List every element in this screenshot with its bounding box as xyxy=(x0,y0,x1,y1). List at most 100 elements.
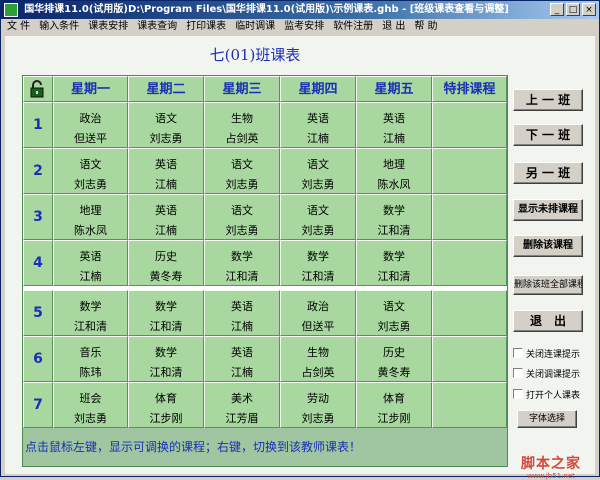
period-number-label: 1 xyxy=(33,117,43,133)
course-cell[interactable]: 语文 刘志勇 xyxy=(356,290,432,336)
course-cell[interactable] xyxy=(432,102,507,148)
window-title: 国华排课11.0(试用版)D:\Program Files\国华排课11.0(试… xyxy=(24,4,509,15)
course-cell[interactable]: 美术 江芳眉 xyxy=(204,382,280,428)
close-adjust-checkbox[interactable]: 关闭调课提示 xyxy=(513,366,580,380)
course-cell[interactable]: 数学 江和清 xyxy=(280,240,356,286)
course-cell[interactable] xyxy=(432,194,507,240)
day-header-label: 星期四 xyxy=(298,82,338,97)
watermark-text: 脚本之家 xyxy=(521,456,581,472)
course-cell[interactable]: 语文 刘志勇 xyxy=(204,148,280,194)
course-teacher: 江和清 xyxy=(301,270,335,283)
course-cell[interactable]: 英语 江楠 xyxy=(204,290,280,336)
course-cell[interactable]: 英语 江楠 xyxy=(280,102,356,148)
course-cell[interactable]: 政治 但送平 xyxy=(280,290,356,336)
course-subject: 体育 xyxy=(383,392,405,405)
course-cell[interactable]: 班会 刘志勇 xyxy=(53,382,128,428)
delete-course-button[interactable]: 删除该课程 xyxy=(513,235,583,257)
course-cell[interactable]: 政治 但送平 xyxy=(53,102,128,148)
font-select-button[interactable]: 字体选择 xyxy=(517,410,577,428)
open-personal-checkbox[interactable]: 打开个人课表 xyxy=(513,387,580,401)
other-class-button[interactable]: 另 一 班 xyxy=(513,162,583,184)
menu-schedule-query[interactable]: 课表查询 xyxy=(137,19,177,35)
lock-icon-cell[interactable] xyxy=(23,76,53,102)
course-subject: 班会 xyxy=(79,392,102,405)
course-cell[interactable]: 数学 江和清 xyxy=(204,240,280,286)
course-cell[interactable]: 历史 黄冬寿 xyxy=(356,336,432,382)
watermark-url: www.jb51.net xyxy=(527,472,575,480)
exit-button[interactable]: 退 出 xyxy=(513,310,583,332)
menu-help[interactable]: 帮 助 xyxy=(414,19,437,35)
course-cell[interactable]: 数学 江和清 xyxy=(53,290,128,336)
course-cell[interactable]: 数学 江和清 xyxy=(356,194,432,240)
next-class-button[interactable]: 下 一 班 xyxy=(513,124,583,146)
course-cell[interactable]: 英语 江楠 xyxy=(128,148,204,194)
course-teacher: 刘志勇 xyxy=(225,224,259,237)
title-bar: 国华排课11.0(试用版)D:\Program Files\国华排课11.0(试… xyxy=(1,1,599,19)
schedule-title: 七(01)班课表 xyxy=(209,46,301,64)
course-cell[interactable]: 语文 刘志勇 xyxy=(204,194,280,240)
course-cell[interactable]: 数学 江和清 xyxy=(128,290,204,336)
menu-input-conditions[interactable]: 输入条件 xyxy=(39,19,79,35)
maximize-button[interactable]: □ xyxy=(566,3,580,16)
course-cell[interactable]: 体育 江步刚 xyxy=(128,382,204,428)
course-cell[interactable] xyxy=(432,240,507,286)
course-cell[interactable]: 英语 江楠 xyxy=(53,240,128,286)
schedule-grid: 星期一 星期二 星期三 星期四 星期五 特排课程 1 政治 但送平 语文 刘志勇 生物 占剑英 英语 江楠英… xyxy=(22,75,508,467)
course-subject: 语文 xyxy=(231,204,253,217)
close-conflict-checkbox[interactable]: 关闭连课提示 xyxy=(513,346,580,360)
course-subject: 音乐 xyxy=(79,346,102,359)
course-cell[interactable]: 语文 刘志勇 xyxy=(280,194,356,240)
menu-temp-adjust[interactable]: 临时调课 xyxy=(235,19,275,35)
course-teacher: 江芳眉 xyxy=(225,412,259,425)
course-subject: 美术 xyxy=(231,392,253,405)
course-subject: 语文 xyxy=(79,158,102,171)
prev-class-button[interactable]: 上 一 班 xyxy=(513,89,583,111)
delete-all-courses-button[interactable]: 删除该班全部课程 xyxy=(513,275,583,295)
menu-file[interactable]: 文 件 xyxy=(7,19,30,35)
course-teacher: 陈水凤 xyxy=(377,178,411,191)
course-subject: 政治 xyxy=(307,300,329,313)
course-cell[interactable] xyxy=(432,382,507,428)
menu-exit[interactable]: 退 出 xyxy=(382,19,405,35)
course-cell[interactable]: 劳动 刘志勇 xyxy=(280,382,356,428)
checkbox-box[interactable] xyxy=(513,348,523,358)
close-button[interactable]: × xyxy=(582,3,596,16)
checkbox-box[interactable] xyxy=(513,368,523,378)
menu-exam-proctor[interactable]: 监考安排 xyxy=(284,19,324,35)
minimize-button[interactable]: _ xyxy=(550,3,564,16)
period-number: 1 xyxy=(23,102,53,148)
menu-schedule-arrange[interactable]: 课表安排 xyxy=(88,19,128,35)
course-cell[interactable] xyxy=(432,148,507,194)
course-cell[interactable]: 语文 刘志勇 xyxy=(128,102,204,148)
course-cell[interactable]: 英语 江楠 xyxy=(356,102,432,148)
day-header-label: 星期三 xyxy=(222,82,262,97)
course-subject: 数学 xyxy=(79,300,102,313)
course-subject: 数学 xyxy=(383,250,405,263)
course-cell[interactable]: 语文 刘志勇 xyxy=(53,148,128,194)
course-cell[interactable]: 生物 占剑英 xyxy=(280,336,356,382)
course-subject: 历史 xyxy=(155,250,177,263)
course-cell[interactable]: 数学 江和清 xyxy=(128,336,204,382)
day-header: 星期五 xyxy=(356,76,432,102)
course-cell[interactable]: 音乐 陈玮 xyxy=(53,336,128,382)
course-cell[interactable] xyxy=(432,336,507,382)
course-cell[interactable]: 地理 陈水凤 xyxy=(356,148,432,194)
course-cell[interactable]: 生物 占剑英 xyxy=(204,102,280,148)
show-unscheduled-button[interactable]: 显示未排课程 xyxy=(513,199,583,221)
course-cell[interactable]: 数学 江和清 xyxy=(356,240,432,286)
course-cell[interactable]: 语文 刘志勇 xyxy=(280,148,356,194)
menu-print-schedule[interactable]: 打印课表 xyxy=(186,19,226,35)
course-cell[interactable]: 英语 江楠 xyxy=(204,336,280,382)
course-cell[interactable]: 英语 江楠 xyxy=(128,194,204,240)
lock-icon[interactable] xyxy=(29,80,47,98)
course-subject: 英语 xyxy=(155,158,177,171)
checkbox-box[interactable] xyxy=(513,389,523,399)
menu-register[interactable]: 软件注册 xyxy=(333,19,373,35)
course-cell[interactable]: 历史 黄冬寿 xyxy=(128,240,204,286)
course-subject: 劳动 xyxy=(307,392,329,405)
course-cell[interactable]: 体育 江步刚 xyxy=(356,382,432,428)
window-controls: _ □ × xyxy=(550,3,596,16)
course-cell[interactable]: 地理 陈水凤 xyxy=(53,194,128,240)
course-cell[interactable] xyxy=(432,290,507,336)
course-subject: 数学 xyxy=(383,204,405,217)
